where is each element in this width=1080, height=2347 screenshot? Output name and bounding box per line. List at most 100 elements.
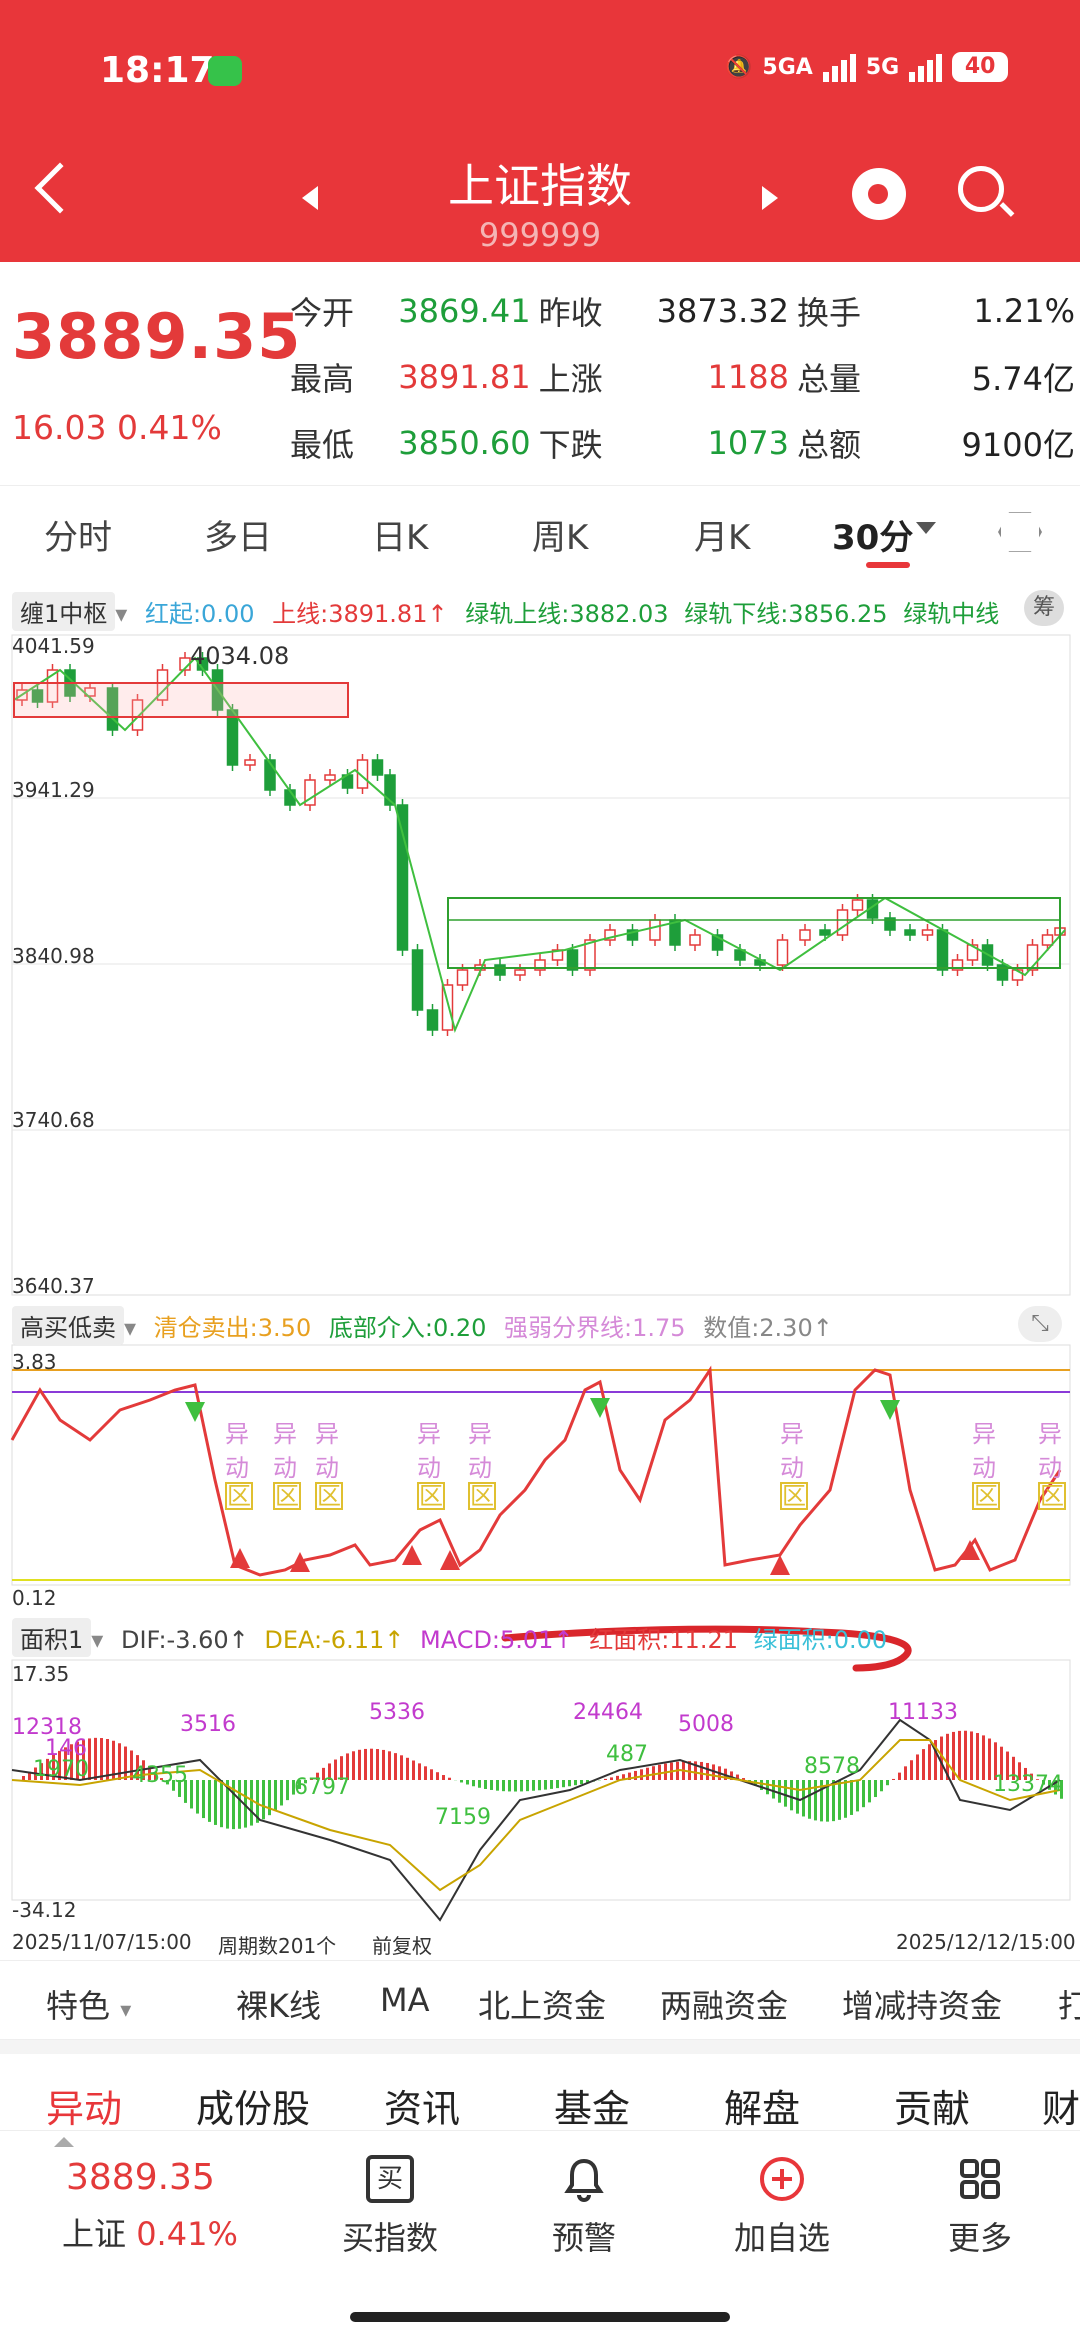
macd-bar-green <box>550 1780 553 1789</box>
signal-mark: 动 <box>468 1454 492 1482</box>
tab-30min[interactable]: 30分 <box>832 510 913 559</box>
macd-area-label: 24464 <box>573 1700 643 1725</box>
tab-duori[interactable]: 多日 <box>204 510 272 559</box>
kline-chart[interactable] <box>0 630 1080 1930</box>
candle-body <box>1041 934 1054 946</box>
candle-body <box>836 909 849 936</box>
tab-gongxian[interactable]: 贡献 <box>894 2078 970 2133</box>
candle-body <box>904 929 916 936</box>
macd-bar-red <box>94 1737 97 1780</box>
candle-body <box>244 759 256 766</box>
search-icon[interactable] <box>958 166 1004 212</box>
signal-mark: 区 <box>417 1482 445 1510</box>
dif-line <box>11 1718 1061 1922</box>
quote-value: 1.21% <box>973 292 1075 330</box>
signal-mark: 异 <box>417 1420 441 1448</box>
quote-row: 最高 3891.81 上涨 1188 总量 5.74亿 <box>290 344 1075 410</box>
next-index-icon[interactable] <box>762 186 778 210</box>
tab-rik[interactable]: 日K <box>372 510 428 559</box>
feature-luok[interactable]: 裸K线 <box>236 1981 321 2027</box>
back-arrow-icon[interactable] <box>34 162 86 214</box>
macd-bar-green <box>286 1780 289 1801</box>
tab-yidong[interactable]: 异动 <box>46 2078 122 2133</box>
feature-ma[interactable]: MA <box>380 1981 430 2019</box>
tab-jijin[interactable]: 基金 <box>554 2078 630 2133</box>
tab-chengfen[interactable]: 成份股 <box>196 2078 310 2133</box>
tab-zixun[interactable]: 资讯 <box>384 2078 460 2133</box>
macd-bar-green <box>268 1780 271 1816</box>
main-indicator-selector[interactable]: 缠1中枢 <box>12 592 116 631</box>
macd-bar-red <box>898 1772 901 1780</box>
tab-yuek[interactable]: 月K <box>694 510 750 559</box>
legend-lv: 绿面积:0.00 <box>753 1626 888 1654</box>
quote-row: 今开 3869.41 昨收 3873.32 换手 1.21% <box>290 278 1075 344</box>
legend-qiangruo: 强弱分界线:1.75 <box>504 1314 686 1342</box>
macd-area-label: 8578 <box>804 1754 860 1779</box>
macd-bar-green <box>214 1780 217 1825</box>
feature-tese[interactable]: 特色 ▾ <box>46 1981 131 2027</box>
macd-bar-green <box>208 1780 211 1822</box>
macd-bar-green <box>274 1780 277 1811</box>
macd-area-label: 1970 <box>33 1757 89 1782</box>
legend-dif: DIF:-3.60↑ <box>120 1626 249 1654</box>
quote-label: 总量 <box>796 360 861 398</box>
legend-dibu: 底部介入:0.20 <box>328 1314 487 1342</box>
buy-arrow-icon <box>770 1555 790 1575</box>
peak-price-label: 4034.08 <box>190 642 290 670</box>
feature-rongzi[interactable]: 两融资金 <box>660 1981 788 2027</box>
alert-button[interactable]: 预警 <box>524 2155 644 2259</box>
main-axis-max: 4041.59 <box>12 634 95 658</box>
chip-distribution-button[interactable]: 筹 <box>1024 590 1064 626</box>
macd-bar-green <box>262 1780 265 1820</box>
indicator1-selector[interactable]: 高买低卖 <box>12 1306 124 1345</box>
macd-bar-red <box>448 1777 451 1780</box>
macd-bar-green <box>562 1780 565 1788</box>
macd-bar-red <box>418 1763 421 1780</box>
tab-fenshi[interactable]: 分时 <box>44 510 112 559</box>
bell-icon <box>564 2158 604 2202</box>
feature-zengjian[interactable]: 增减持资金 <box>842 1981 1002 2027</box>
legend-qingcang: 清仓卖出:3.50 <box>153 1314 312 1342</box>
macd-bar-red <box>988 1738 991 1780</box>
signal-mark: 异 <box>1038 1420 1062 1448</box>
add-watchlist-button[interactable]: 加自选 <box>722 2155 842 2259</box>
macd-bar-green <box>556 1780 559 1789</box>
macd-bar-red <box>982 1735 985 1780</box>
buy-index-button[interactable]: 买 买指数 <box>330 2155 450 2259</box>
legend-macd: MACD:5.01↑ <box>419 1626 574 1654</box>
macd-bar-green <box>796 1780 799 1814</box>
prev-index-icon[interactable] <box>302 186 318 210</box>
macd-bar-red <box>928 1744 931 1780</box>
main-axis-tick-2: 3941.29 <box>12 778 95 802</box>
macd-bar-red <box>964 1730 967 1780</box>
macd-bar-red <box>22 1776 25 1780</box>
feature-more[interactable]: 打 <box>1058 1981 1080 2027</box>
feature-beishang[interactable]: 北上资金 <box>478 1981 606 2027</box>
macd-bar-green <box>574 1780 577 1786</box>
toolbar-index-name: 上证 <box>62 2215 127 2253</box>
macd-bar-red <box>430 1769 433 1780</box>
assistant-robot-icon[interactable] <box>852 168 906 220</box>
macd-bar-red <box>922 1749 925 1780</box>
macd-area-label: 5008 <box>678 1712 734 1737</box>
macd-bar-red <box>406 1757 409 1780</box>
quote-label: 下跌 <box>538 426 603 464</box>
toolbar-index-summary[interactable]: 上证 0.41% <box>62 2209 238 2255</box>
macd-area-label: 6797 <box>294 1775 350 1800</box>
fuquan-mode[interactable]: 前复权 <box>372 1930 432 1959</box>
tab-jiepan[interactable]: 解盘 <box>724 2078 800 2133</box>
chevron-down-icon[interactable] <box>916 522 936 534</box>
quote-label: 昨收 <box>538 294 603 332</box>
candle-body <box>936 929 949 971</box>
chevron-down-icon: ▾ <box>120 1998 132 2023</box>
tab-zhouk[interactable]: 周K <box>532 510 588 559</box>
more-button[interactable]: 更多 <box>920 2155 1040 2259</box>
macd-bar-green <box>844 1780 847 1818</box>
tab-cai[interactable]: 财 <box>1042 2078 1080 2133</box>
indicator2-selector[interactable]: 面积1 <box>12 1618 92 1657</box>
macd-bar-red <box>892 1778 895 1780</box>
macd-bar-red <box>706 1762 709 1780</box>
macd-bar-green <box>502 1780 505 1792</box>
macd-bar-red <box>640 1769 643 1780</box>
expand-icon[interactable]: ⤡ <box>1018 1306 1062 1342</box>
